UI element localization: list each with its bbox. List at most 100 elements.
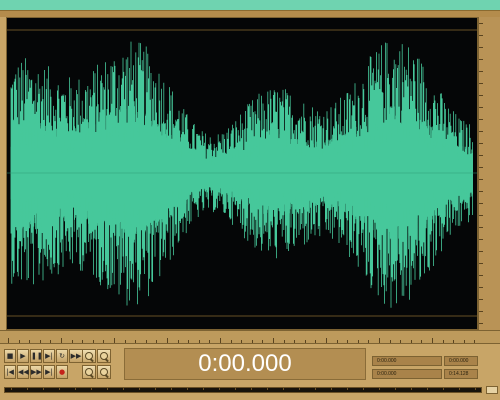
time-tick [124,340,126,343]
time-tick [304,340,306,343]
time-tick [92,340,94,343]
amplitude-tick [479,275,483,276]
time-tick [368,340,370,343]
time-tick [262,340,264,343]
meter-tick [283,388,284,390]
time-tick [230,340,232,343]
go-to-start-button[interactable]: |◀ [4,365,16,379]
transport-panel: ■ ▶ ❚❚ ▶| ↻ ▶▶ |◀ ◀◀ ▶▶ ▶| ● 0:00.000 0:… [0,344,500,384]
selection-end-field[interactable]: 0:00.000 [372,369,442,379]
fast-forward-button[interactable]: ▶▶ [30,365,42,379]
time-tick [400,340,402,343]
stop-button[interactable]: ■ [4,349,16,363]
level-meter [4,387,482,393]
amplitude-tick [479,311,483,312]
zoom-full-icon[interactable] [82,365,96,379]
amplitude-tick [479,227,483,228]
meter-tick [219,388,220,390]
meter-tick [171,388,172,390]
time-tick [421,340,423,343]
zoom-in-icon[interactable] [82,349,96,363]
loop-button[interactable]: ↻ [56,349,68,363]
time-tick [442,340,444,343]
level-meter-end [486,386,498,394]
time-tick [326,338,327,343]
time-tick [18,340,20,343]
amplitude-tick [479,47,483,48]
zoom-out-icon[interactable] [97,349,111,363]
amplitude-tick [479,323,483,324]
meter-tick [411,388,412,390]
meter-tick [459,388,460,390]
amplitude-tick [479,239,483,240]
amplitude-tick [479,299,483,300]
meter-tick [379,388,380,390]
meter-tick [11,388,12,390]
time-tick [410,340,412,343]
meter-tick [315,388,316,390]
meter-tick [107,388,108,390]
time-tick [198,340,200,343]
waveform-panel[interactable] [6,17,478,330]
meter-tick [91,388,92,390]
time-tick [294,340,296,343]
amplitude-tick [479,59,483,60]
amplitude-tick [479,131,483,132]
time-tick [463,340,465,343]
time-tick [103,340,105,343]
time-tick [241,340,243,343]
play-from-cursor-button[interactable]: ▶▶ [69,349,83,363]
amplitude-tick [479,143,483,144]
time-tick [177,340,179,343]
time-ruler[interactable] [0,330,500,344]
amplitude-tick [479,107,483,108]
time-tick [474,340,476,343]
pause-button[interactable]: ❚❚ [30,349,43,363]
meter-tick [27,388,28,390]
go-to-end-button[interactable]: ▶| [43,365,55,379]
amplitude-tick [479,167,483,168]
time-tick [283,340,285,343]
time-display: 0:00.000 [124,348,366,380]
amplitude-tick [479,263,483,264]
meter-tick [251,388,252,390]
selection-begin-field[interactable]: 0:00.000 [372,356,442,366]
meter-tick [475,388,476,390]
time-tick [156,340,158,343]
time-tick [50,340,52,343]
zoom-selection-icon[interactable] [97,365,111,379]
time-tick [135,340,137,343]
amplitude-tick [479,95,483,96]
time-tick [379,338,380,343]
meter-tick [75,388,76,390]
record-button[interactable]: ● [56,365,68,379]
time-tick [357,340,359,343]
view-length-field[interactable]: 0:14.128 [444,369,478,379]
amplitude-tick [479,191,483,192]
meter-tick [427,388,428,390]
title-bar [0,0,500,11]
time-tick [347,340,349,343]
time-tick [39,340,41,343]
meter-tick [123,388,124,390]
waveform-display[interactable] [7,18,477,329]
amplitude-tick [479,179,483,180]
selection-length-field[interactable]: 0:00.000 [444,356,478,366]
amplitude-ruler [478,17,500,330]
rewind-button[interactable]: ◀◀ [17,365,29,379]
meter-tick [59,388,60,390]
meter-tick [347,388,348,390]
time-tick [273,338,274,343]
meter-tick [395,388,396,390]
amplitude-tick [479,203,483,204]
time-tick [71,340,73,343]
meter-tick [299,388,300,390]
status-bar [0,384,500,400]
time-tick [61,338,62,343]
play-to-end-button[interactable]: ▶| [43,349,55,363]
meter-tick [155,388,156,390]
meter-tick [443,388,444,390]
play-button[interactable]: ▶ [17,349,29,363]
time-tick [29,340,31,343]
time-tick [8,338,9,343]
